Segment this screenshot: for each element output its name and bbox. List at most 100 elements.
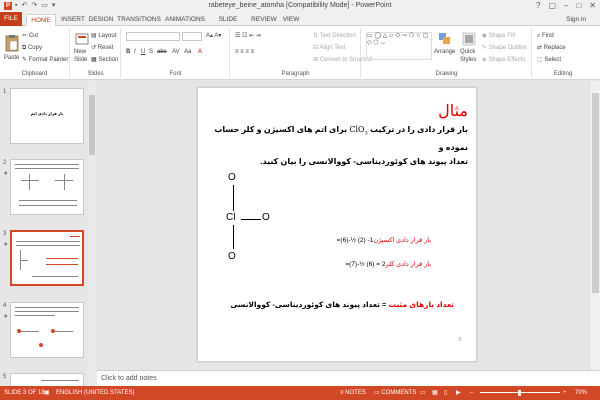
strikethrough-button[interactable]: abc: [157, 48, 167, 56]
slide-thumbnail-3[interactable]: [10, 230, 84, 286]
slide-title[interactable]: مثال: [438, 101, 468, 120]
italic-button[interactable]: I: [134, 48, 136, 56]
minimize-button[interactable]: –: [564, 0, 568, 12]
section-button[interactable]: ▦ Section: [91, 56, 118, 64]
conclusion-text[interactable]: تعداد بارهای مثبت = تعداد پیوند های کوئو…: [230, 300, 454, 309]
arrange-button[interactable]: Arrange: [434, 48, 455, 56]
slide-thumbnail-2[interactable]: [10, 159, 84, 215]
slide-canvas[interactable]: مثال بار قرار دادی را در ترکیب ClO3 برای…: [197, 87, 477, 362]
animation-star-icon: ★: [3, 171, 9, 177]
thumbnail-text-line: [29, 174, 30, 190]
grow-shrink-font-icons[interactable]: A▴ A▾: [206, 32, 221, 40]
chlorine-formal-charge-calc[interactable]: بار قرار دادی کلر=(7)-½ (6) = 2: [345, 260, 431, 268]
layout-button[interactable]: ▤ Layout: [91, 32, 116, 40]
align-text-button[interactable]: ⊟ Align Text: [313, 44, 345, 52]
reset-button[interactable]: ↺ Reset: [91, 44, 113, 52]
close-button[interactable]: ✕: [589, 0, 596, 12]
thumbnail-text-line: [46, 258, 78, 259]
format-painter-button[interactable]: ✎ Format Painter: [22, 56, 68, 64]
tab-transitions[interactable]: TRANSITIONS: [117, 14, 161, 26]
thumbnail-text-line: [21, 331, 39, 332]
tab-animations[interactable]: ANIMATIONS: [164, 14, 206, 26]
zoom-out-button[interactable]: –: [470, 386, 473, 400]
thumbnail-number: 5: [3, 374, 7, 380]
thumbnail-title: بار قرار دادی اتم: [30, 111, 64, 116]
slide-thumbnail-1[interactable]: بار قرار دادی اتم: [10, 88, 84, 144]
new-slide-button[interactable]: New: [74, 48, 86, 56]
paste-button[interactable]: Paste: [4, 54, 19, 62]
tab-insert[interactable]: INSERT: [60, 14, 86, 26]
slide-body-text[interactable]: بار قرار دادی را در ترکیب ClO3 برای اتم …: [206, 123, 468, 169]
select-button[interactable]: ⬚ Select: [537, 56, 561, 64]
title-bar: P ▪ ↶ ↷ ▭ ▾ rabeteye_beine_atomha [Compa…: [0, 0, 600, 12]
shapes-gallery[interactable]: ▭ ◯ △ ▱ ⬭ ⇨ ⬠ ☆ ▢ ◇ ⬡ ↔: [366, 32, 432, 60]
notes-pane[interactable]: Click to add notes: [97, 370, 600, 386]
thumbnail-text-line: [55, 331, 73, 332]
ribbon-display-button[interactable]: ▢: [548, 0, 556, 12]
shape-effects-button[interactable]: ◈ Shape Effects: [482, 56, 526, 64]
tab-home[interactable]: HOME: [26, 14, 56, 26]
oxygen-formal-charge-calc[interactable]: بار قرار دادی اکسیژن=(6)-½ (2) -1: [337, 236, 431, 244]
brush-icon: ✎: [22, 57, 29, 63]
change-case-button[interactable]: Aa: [184, 48, 191, 56]
bold-button[interactable]: B: [126, 48, 130, 56]
arrange-icon: [439, 33, 450, 44]
editing-group: ⌕ Find ⇄ Replace ⬚ Select Editing: [533, 28, 593, 78]
thumbnail-text-line: [15, 315, 55, 316]
tab-design[interactable]: DESIGN: [88, 14, 114, 26]
slide-thumbnail-4[interactable]: [10, 302, 84, 358]
thumbnail-text-line: [46, 264, 78, 265]
text-direction-icon: ⇅: [313, 33, 320, 39]
thumbnail-text-line: [15, 311, 79, 312]
bullets-button[interactable]: ☰ ☷ ⇤ ⇥: [235, 32, 261, 40]
font-color-button[interactable]: A: [198, 48, 202, 56]
body-text-part: بار قرار دادی را در ترکیب: [367, 125, 468, 134]
quick-styles-button[interactable]: Quick: [460, 48, 475, 56]
shape-fill-button[interactable]: ◆ Shape Fill: [482, 32, 515, 40]
thumbnail-text-line: [15, 168, 79, 169]
replace-button[interactable]: ⇄ Replace: [537, 44, 566, 52]
thumbnail-scrollbar-thumb[interactable]: [89, 95, 95, 155]
align-buttons[interactable]: ≡ ≡ ≡ ≡: [235, 48, 254, 56]
notes-toggle[interactable]: ≡ NOTES: [340, 386, 366, 400]
drawing-group-label: Drawing: [435, 71, 458, 77]
text-direction-button[interactable]: ⇅ Text Direction: [313, 32, 356, 40]
thumbnail-text-line: [19, 200, 77, 201]
find-button[interactable]: ⌕ Find: [537, 32, 554, 40]
zoom-level[interactable]: 70%: [575, 386, 587, 400]
shadow-button[interactable]: S: [149, 48, 153, 56]
char-spacing-button[interactable]: AV: [172, 48, 180, 56]
tab-file[interactable]: FILE: [0, 12, 22, 26]
shape-outline-button[interactable]: ✎ Shape Outline: [482, 44, 527, 52]
font-size-box[interactable]: [182, 32, 202, 41]
slide-sorter-icon[interactable]: ▦: [432, 386, 438, 400]
ribbon-tabs: FILE HOME INSERT DESIGN TRANSITIONS ANIM…: [0, 12, 600, 35]
tab-review[interactable]: REVIEW: [250, 14, 278, 26]
spellcheck-icon[interactable]: ▣: [44, 386, 50, 400]
slideshow-view-icon[interactable]: ▶: [456, 386, 461, 400]
copy-button[interactable]: ⧉ Copy: [22, 44, 42, 52]
underline-button[interactable]: U: [141, 48, 145, 56]
tab-slide-show[interactable]: SLIDE SHOW: [208, 14, 248, 35]
font-name-box[interactable]: [126, 32, 180, 41]
thumbnail-text-line: [70, 236, 80, 237]
slide-scrollbar[interactable]: [589, 81, 600, 370]
sign-in-link[interactable]: Sign in: [566, 14, 586, 26]
zoom-slider-thumb[interactable]: [518, 390, 521, 396]
thumbnail-text-line: [16, 241, 80, 242]
normal-view-icon[interactable]: ▭: [420, 386, 426, 400]
paragraph-group: ☰ ☷ ⇤ ⇥ ≡ ≡ ≡ ≡ ⇅ Text Direction ⊟ Align…: [231, 28, 373, 78]
tab-view[interactable]: VIEW: [280, 14, 302, 26]
thumbnail-scrollbar[interactable]: [88, 81, 96, 386]
slide-scrollbar-thumb[interactable]: [592, 93, 599, 293]
cut-button[interactable]: ✂ Cut: [22, 32, 38, 40]
maximize-button[interactable]: □: [576, 0, 581, 12]
thumbnail-number: 2: [3, 160, 7, 166]
scissors-icon: ✂: [22, 33, 29, 39]
thumbnail-text-line: [15, 307, 79, 308]
comments-toggle[interactable]: ▭ COMMENTS: [374, 386, 416, 400]
reading-view-icon[interactable]: ▯: [444, 386, 447, 400]
help-button[interactable]: ?: [536, 0, 540, 12]
zoom-in-button[interactable]: +: [563, 386, 567, 400]
language-indicator[interactable]: ENGLISH (UNITED STATES): [56, 386, 134, 400]
